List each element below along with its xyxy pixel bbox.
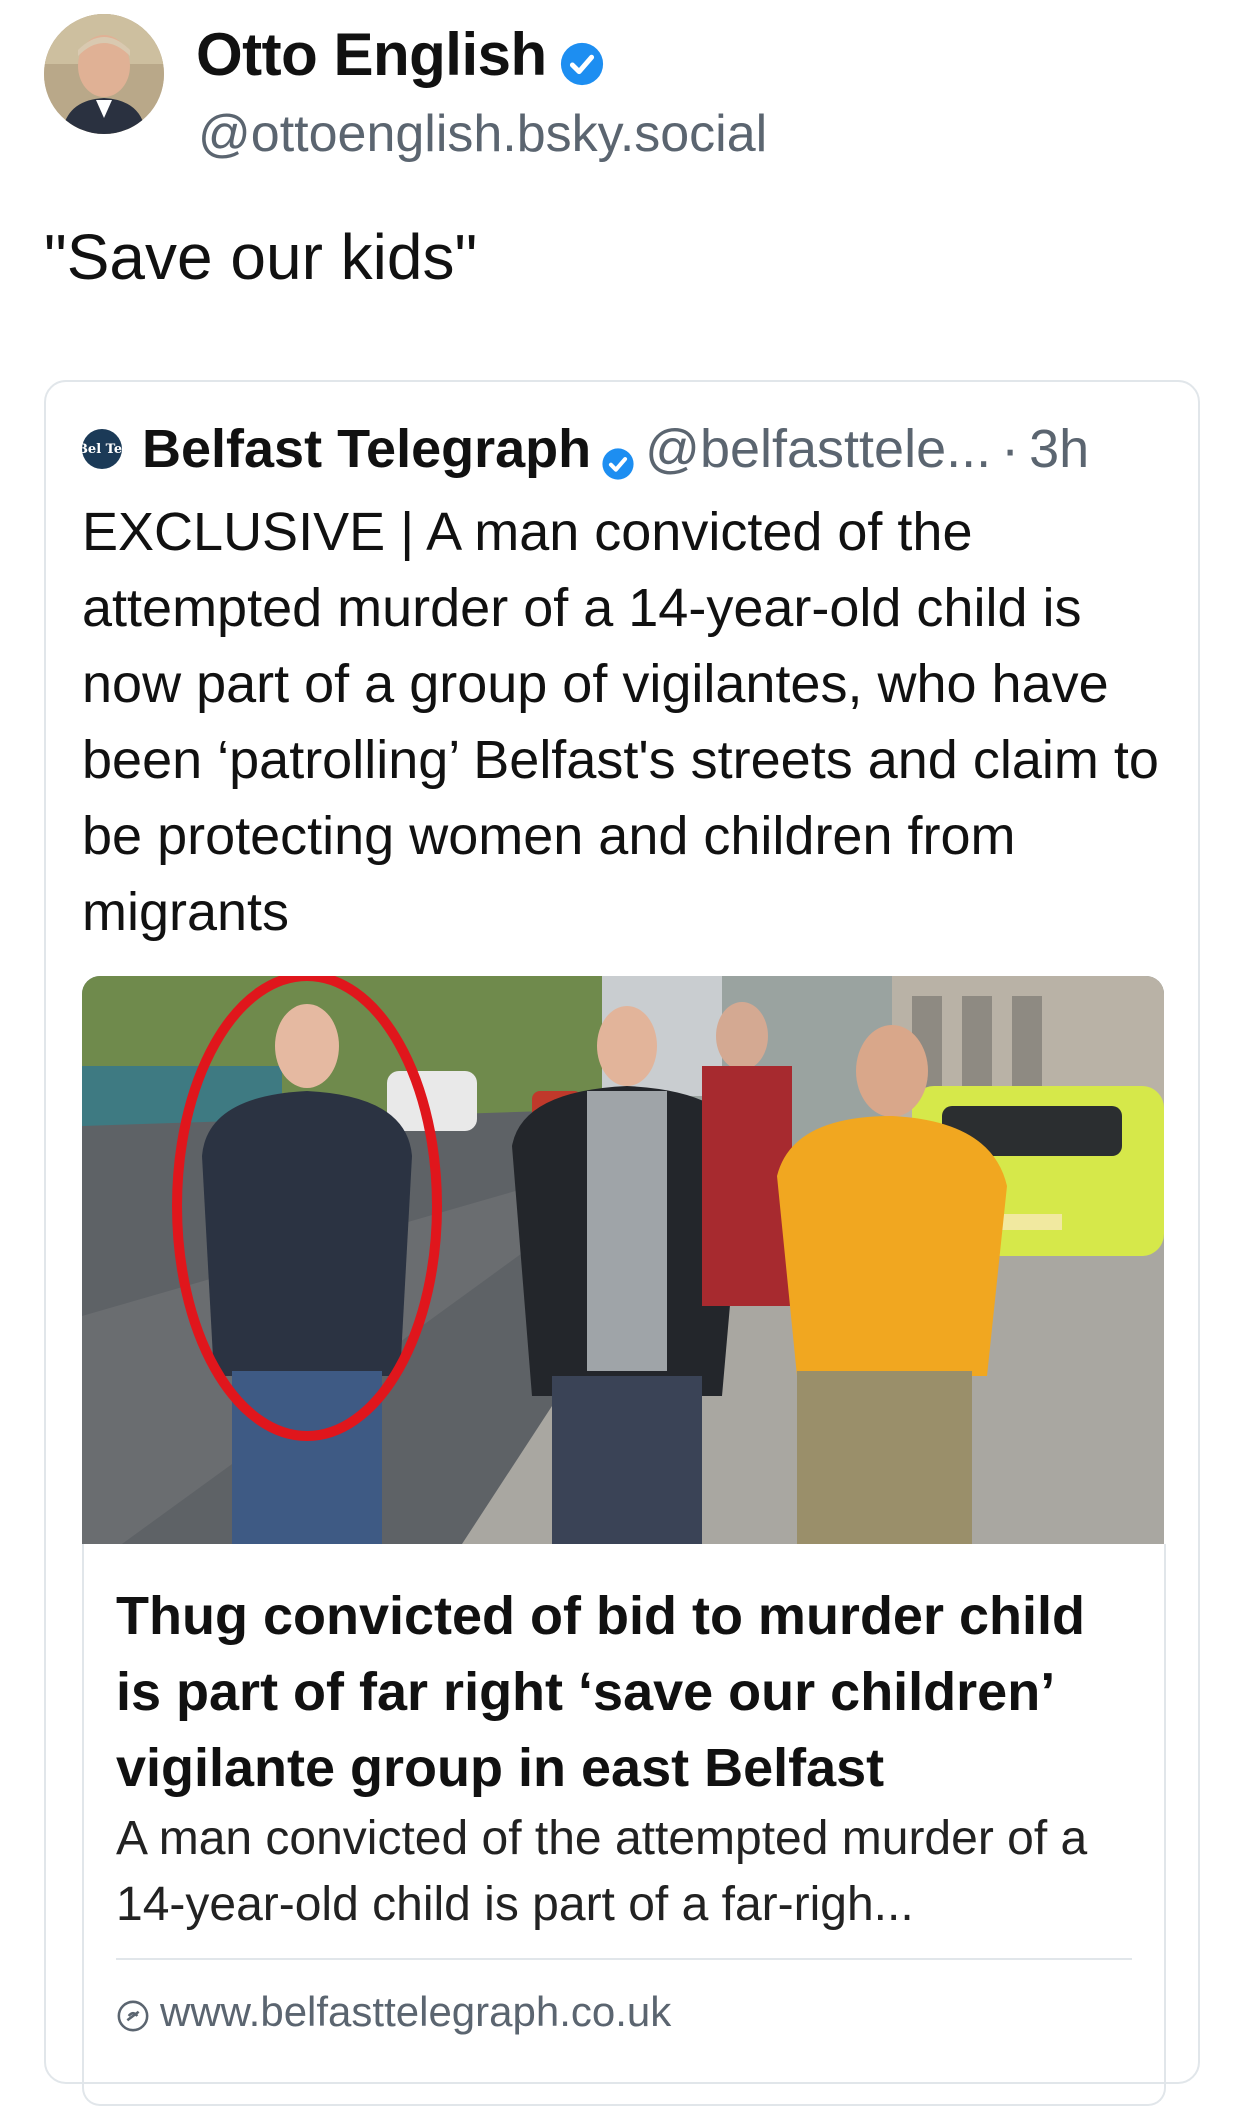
quoted-post-header: Bel Tel Belfast Telegraph @belfasttele..… (77, 418, 1089, 480)
author-name-text: Otto English (196, 21, 547, 88)
author-handle[interactable]: @ottoenglish.bsky.social (198, 104, 767, 164)
verified-icon (601, 432, 635, 480)
source-logo: Bel Tel (77, 429, 127, 469)
post: Otto English @ottoenglish.bsky.social "S… (0, 0, 1244, 2106)
post-text: "Save our kids" (44, 221, 478, 293)
quoted-timestamp[interactable]: 3h (1029, 418, 1089, 480)
quoted-display-name[interactable]: Belfast Telegraph (142, 418, 591, 480)
verified-icon (559, 32, 605, 85)
globe-icon (116, 1995, 150, 2032)
header-separator: · (1001, 419, 1020, 479)
link-description: A man convicted of the attempted murder … (116, 1812, 1088, 1931)
quoted-handle[interactable]: @belfasttele... (645, 418, 991, 480)
link-domain: www.belfasttelegraph.co.uk (160, 1988, 672, 2035)
quoted-post-card[interactable]: Bel Tel Belfast Telegraph @belfasttele..… (44, 380, 1200, 2106)
link-title[interactable]: Thug convicted of bid to murder child is… (116, 1578, 1136, 1806)
author-avatar[interactable] (44, 14, 164, 134)
author-display-name[interactable]: Otto English (196, 20, 605, 89)
link-card-image[interactable] (82, 976, 1164, 1544)
quoted-post-text: EXCLUSIVE | A man convicted of the attem… (82, 502, 1159, 942)
link-divider (116, 1958, 1132, 1960)
link-preview-card[interactable]: Thug convicted of bid to murder child is… (82, 1544, 1166, 2106)
link-domain-row[interactable]: www.belfasttelegraph.co.uk (116, 1988, 671, 2036)
